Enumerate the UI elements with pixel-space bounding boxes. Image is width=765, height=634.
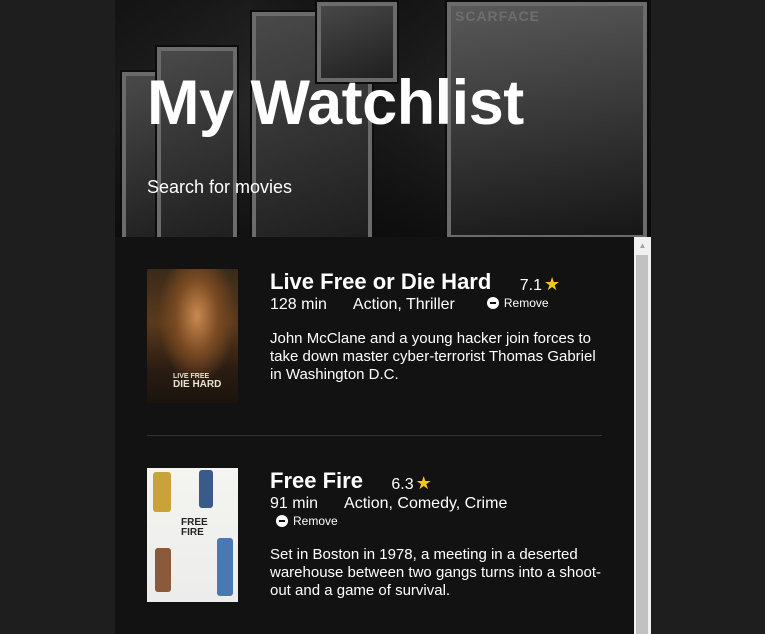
scroll-up-arrow-icon[interactable]: ▲ <box>634 237 651 254</box>
poster-figure <box>199 470 213 508</box>
remove-label: Remove <box>503 296 549 310</box>
movie-meta: 91 min Action, Comedy, Crime <box>270 495 610 513</box>
minus-circle-icon <box>486 297 499 309</box>
remove-label: Remove <box>293 514 338 528</box>
movie-description: John McClane and a young hacker join for… <box>270 330 596 383</box>
remove-button[interactable]: Remove <box>486 296 575 310</box>
movie-list: LIVE FREE DIE HARD Live Free or Die Hard… <box>115 237 633 634</box>
poster-title-bottom: DIE HARD <box>173 379 222 390</box>
movie-description: Set in Boston in 1978, a meeting in a de… <box>270 546 602 599</box>
movie-genres: Action, Thriller <box>352 296 455 313</box>
remove-button[interactable]: Remove <box>276 514 338 528</box>
movie-title: Live Free or Die Hard <box>270 269 492 294</box>
poster-title: LIVE FREE DIE HARD <box>173 373 222 390</box>
poster-figure <box>217 538 233 596</box>
scrollbar-thumb[interactable] <box>636 255 648 634</box>
search-input[interactable] <box>147 176 447 198</box>
poster-figure <box>155 548 171 592</box>
movie-meta: 128 min Action, Thriller Remove <box>270 296 610 314</box>
divider <box>147 435 602 436</box>
movie-info: Free Fire 6.3 ★ 91 min Action, Comedy, Cri… <box>270 468 610 600</box>
movie-runtime: 91 min <box>270 495 319 512</box>
rating-value: 6.3 <box>391 476 414 493</box>
movie-title: Free Fire <box>270 468 363 493</box>
movie-poster[interactable]: FREE FIRE <box>147 468 238 602</box>
movie-genres: Action, Comedy, Crime <box>344 495 508 512</box>
movie-poster[interactable]: LIVE FREE DIE HARD <box>147 269 238 403</box>
star-icon: ★ <box>415 473 432 493</box>
header-backdrop: SCARFACE My Watchlist <box>115 0 651 237</box>
backdrop-poster-text: SCARFACE <box>455 8 541 24</box>
movie-rating: 7.1 ★ <box>520 274 560 295</box>
movie-runtime: 128 min <box>270 296 327 313</box>
poster-title: FREE FIRE <box>181 518 208 538</box>
rating-value: 7.1 <box>519 277 543 294</box>
page-title: My Watchlist <box>147 68 524 138</box>
watchlist-app: SCARFACE My Watchlist LIVE FREE DIE HARD… <box>115 0 651 634</box>
star-icon: ★ <box>544 274 561 294</box>
movie-info: Live Free or Die Hard 7.1 ★ 128 min Action… <box>270 269 610 384</box>
minus-circle-icon <box>276 515 288 527</box>
poster-title-bottom: FIRE <box>181 527 204 538</box>
movie-rating: 6.3 ★ <box>391 473 431 494</box>
remove-row: Remove <box>270 514 610 532</box>
poster-figure <box>153 472 171 512</box>
scrollbar[interactable]: ▲ <box>634 237 651 634</box>
